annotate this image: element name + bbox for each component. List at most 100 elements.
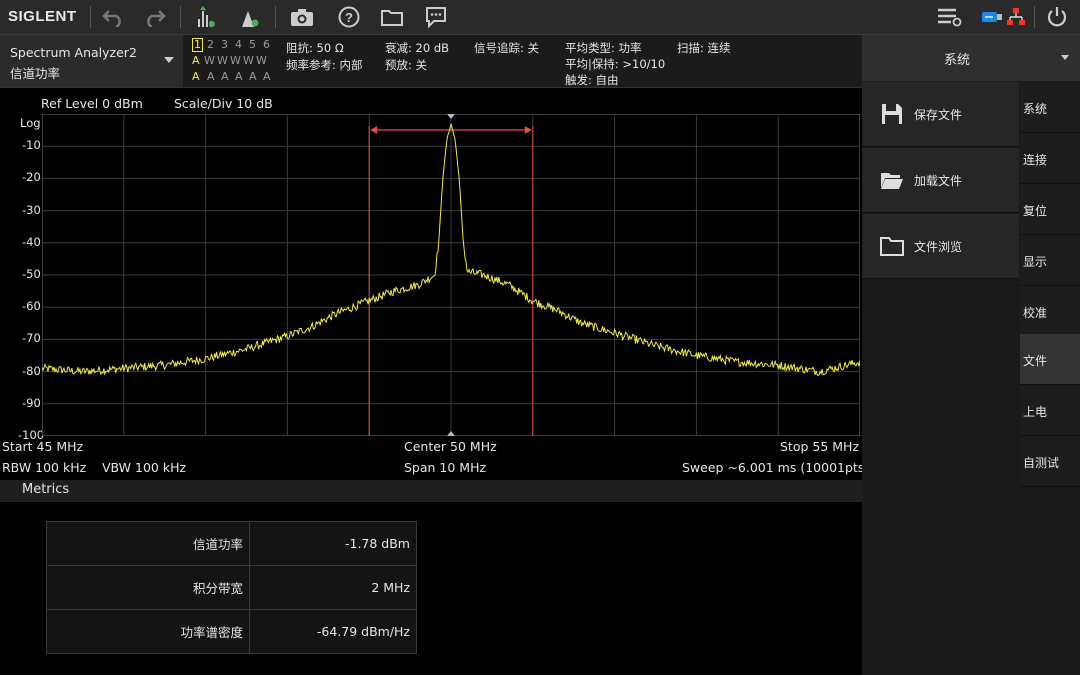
- avg-hold-setting[interactable]: 平均|保持: >10/10: [565, 56, 665, 72]
- undo-icon[interactable]: [100, 4, 126, 30]
- spectrum-plot[interactable]: [42, 114, 860, 436]
- browse-files-button[interactable]: 文件浏览: [862, 214, 1019, 279]
- metric-value: -64.79 dBm/Hz: [249, 609, 417, 654]
- top-toolbar: SIGLENT ?: [0, 0, 1080, 35]
- folder-icon[interactable]: [379, 4, 405, 30]
- metric-name: 功率谱密度: [46, 609, 250, 654]
- tab-label: 连接: [1023, 153, 1048, 167]
- mode-title: Spectrum Analyzer2: [10, 45, 137, 60]
- load-file-label: 加载文件: [914, 174, 963, 188]
- tab-label: 系统: [1023, 102, 1048, 116]
- tab-label: 显示: [1023, 255, 1048, 269]
- tab-file[interactable]: 文件: [1020, 334, 1080, 385]
- sweep-mode-setting[interactable]: 扫描: 连续: [677, 40, 731, 56]
- rbw-label[interactable]: RBW 100 kHz: [2, 460, 86, 475]
- attenuation-setting[interactable]: 衰减: 20 dB: [385, 40, 449, 56]
- tab-label: 复位: [1023, 204, 1048, 218]
- browse-files-label: 文件浏览: [914, 240, 963, 254]
- svg-text:?: ?: [345, 10, 353, 25]
- tab-display[interactable]: 显示: [1020, 235, 1080, 286]
- tab-reset[interactable]: 复位: [1020, 184, 1080, 235]
- metrics-table: 信道功率 -1.78 dBm 积分带宽 2 MHz 功率谱密度 -64.79 d…: [46, 521, 417, 654]
- camera-icon[interactable]: [289, 4, 315, 30]
- metric-value: -1.78 dBm: [249, 521, 417, 566]
- trace-type-5: W: [243, 54, 254, 67]
- save-file-label: 保存文件: [914, 108, 963, 122]
- metrics-header-bar: [0, 480, 862, 502]
- tab-label: 校准: [1023, 306, 1048, 320]
- metrics-title: Metrics: [22, 482, 70, 497]
- trace-mode-6: A: [263, 70, 271, 83]
- ref-level-label[interactable]: Ref Level 0 dBm: [41, 96, 143, 111]
- span-label[interactable]: Span 10 MHz: [404, 460, 486, 475]
- signal-track-setting[interactable]: 信号追踪: 关: [474, 40, 539, 56]
- center-freq-label[interactable]: Center 50 MHz: [404, 439, 497, 454]
- power-icon[interactable]: [1044, 4, 1070, 30]
- trace-type-1: A: [192, 54, 200, 67]
- toolbar-divider: [180, 6, 181, 28]
- menu-title: 系统: [944, 53, 971, 68]
- tab-connect[interactable]: 连接: [1020, 133, 1080, 184]
- trace-type-2: W: [204, 54, 215, 67]
- trace-number-1[interactable]: 1: [192, 38, 203, 52]
- help-icon[interactable]: ?: [336, 4, 362, 30]
- menu-title-dropdown[interactable]: 系统: [862, 35, 1080, 81]
- vbw-label[interactable]: VBW 100 kHz: [102, 460, 186, 475]
- siglent-logo: SIGLENT: [8, 8, 77, 25]
- tab-self-test[interactable]: 自测试: [1020, 436, 1080, 487]
- chevron-down-icon: [1061, 55, 1069, 60]
- trace-number-2[interactable]: 2: [207, 38, 214, 51]
- toolbar-divider: [275, 6, 276, 28]
- tab-label: 自测试: [1023, 456, 1060, 470]
- metric-name: 信道功率: [46, 521, 250, 566]
- start-freq-label[interactable]: Start 45 MHz: [2, 439, 83, 454]
- open-folder-icon: [881, 173, 903, 189]
- chevron-down-icon: [164, 57, 174, 63]
- load-file-button[interactable]: 加载文件: [862, 148, 1019, 213]
- tab-label: 文件: [1023, 354, 1048, 368]
- freq-ref-setting[interactable]: 频率参考: 内部: [286, 57, 363, 73]
- stop-freq-label[interactable]: Stop 55 MHz: [780, 439, 859, 454]
- save-icon: [882, 104, 902, 124]
- trace-mode-1: A: [192, 70, 200, 83]
- usb-icon: [979, 4, 1005, 30]
- tab-system[interactable]: 系统: [1020, 82, 1080, 133]
- table-row: 信道功率 -1.78 dBm: [46, 521, 417, 566]
- table-row: 积分带宽 2 MHz: [46, 565, 417, 610]
- trace-number-6[interactable]: 6: [263, 38, 270, 51]
- sweep-time-label[interactable]: Sweep ~6.001 ms (10001pts): [682, 460, 869, 475]
- marker-icon[interactable]: [237, 4, 263, 30]
- peak-marker-icon[interactable]: [193, 4, 219, 30]
- trace-mode-2: A: [207, 70, 215, 83]
- trigger-setting[interactable]: 触发: 自由: [565, 72, 619, 88]
- avg-type-setting[interactable]: 平均类型: 功率: [565, 40, 642, 56]
- list-settings-icon[interactable]: [937, 4, 963, 30]
- impedance-setting[interactable]: 阻抗: 50 Ω: [286, 40, 344, 56]
- scale-div-label[interactable]: Scale/Div 10 dB: [174, 96, 273, 111]
- trace-type-3: W: [217, 54, 228, 67]
- trace-number-5[interactable]: 5: [249, 38, 256, 51]
- table-row: 功率谱密度 -64.79 dBm/Hz: [46, 609, 417, 654]
- metric-value: 2 MHz: [249, 565, 417, 610]
- trace-mode-4: A: [235, 70, 243, 83]
- mode-selector[interactable]: Spectrum Analyzer2 信道功率: [0, 35, 183, 87]
- chat-icon[interactable]: [423, 4, 449, 30]
- metric-name: 积分带宽: [46, 565, 250, 610]
- preamp-setting[interactable]: 预放: 关: [385, 57, 427, 73]
- mode-subtitle: 信道功率: [10, 66, 61, 81]
- tab-calibrate[interactable]: 校准: [1020, 286, 1080, 337]
- trace-number-4[interactable]: 4: [235, 38, 242, 51]
- trace-mode-5: A: [249, 70, 257, 83]
- trace-type-4: W: [230, 54, 241, 67]
- folder-icon: [880, 237, 904, 256]
- tab-power-on[interactable]: 上电: [1020, 385, 1080, 436]
- redo-icon[interactable]: [142, 4, 168, 30]
- trace-number-3[interactable]: 3: [221, 38, 228, 51]
- trace-type-6: W: [256, 54, 267, 67]
- toolbar-divider: [90, 6, 91, 28]
- tab-label: 上电: [1023, 405, 1048, 419]
- measurement-info-bar: Spectrum Analyzer2 信道功率 1 2 3 4 5 6 A W …: [0, 35, 862, 88]
- network-icon: [1003, 4, 1029, 30]
- toolbar-divider: [1034, 6, 1035, 28]
- save-file-button[interactable]: 保存文件: [862, 82, 1019, 147]
